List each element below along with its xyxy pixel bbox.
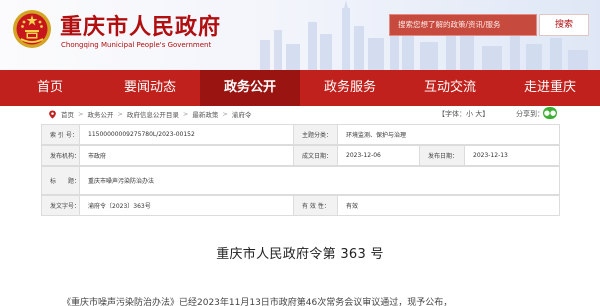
- breadcrumb-latest-policy[interactable]: 最新政策: [192, 109, 218, 119]
- nav-item-gov-affairs-public[interactable]: 政务公开: [200, 70, 300, 106]
- nav-item-gov-services[interactable]: 政务服务: [300, 70, 400, 106]
- published-date-label: 发布日期：: [419, 145, 465, 166]
- breadcrumb-home[interactable]: 首页: [61, 109, 74, 119]
- search-button[interactable]: 搜索: [539, 14, 589, 36]
- wechat-share-icon[interactable]: ●●: [543, 107, 557, 119]
- font-size-control: 【字体：小 大】: [438, 109, 489, 119]
- breadcrumb: 首页 > 政务公开 > 政府信息公开目录 > 最新政策 > 渝府令: [48, 109, 251, 119]
- site-title[interactable]: 重庆市人民政府: [60, 9, 221, 41]
- national-emblem-logo: [13, 10, 51, 48]
- share-label: 分享到：: [516, 110, 544, 118]
- nav-item-about-chongqing[interactable]: 走进重庆: [500, 70, 600, 106]
- agency-label: 发布机构：: [41, 145, 80, 166]
- doc-number-value: 渝府令〔2023〕363号: [79, 195, 294, 216]
- published-date-value: 2023-12-13: [464, 145, 560, 166]
- font-size-label: 【字体：: [438, 110, 466, 118]
- document-body-first-line: 《重庆市噪声污染防治办法》已经2023年11月13日市政府第46次常务会议审议通…: [62, 298, 453, 306]
- breadcrumb-separator-icon: >: [222, 110, 228, 118]
- validity-label: 有 效 性：: [293, 195, 338, 216]
- topic-label: 主题分类：: [293, 124, 338, 145]
- topic-value: 环境监测、保护与治理: [337, 124, 560, 145]
- breadcrumb-info-catalog[interactable]: 政府信息公开目录: [127, 109, 179, 119]
- breadcrumb-separator-icon: >: [78, 110, 84, 118]
- site-header: 重庆市人民政府 Chongqing Municipal People's Gov…: [0, 0, 600, 70]
- index-value: 11500000009275780L/2023-00152: [79, 124, 294, 145]
- nav-item-home[interactable]: 首页: [0, 70, 100, 106]
- title-value: 重庆市噪声污染防治办法: [79, 166, 560, 195]
- nav-item-interaction[interactable]: 互动交流: [400, 70, 500, 106]
- doc-number-label: 发文字号：: [41, 195, 80, 216]
- search-input[interactable]: 搜索您想了解的政策/资讯/服务: [389, 14, 537, 36]
- breadcrumb-bar: 首页 > 政务公开 > 政府信息公开目录 > 最新政策 > 渝府令 【字体：小 …: [40, 106, 560, 124]
- document-title: 重庆市人民政府令第 363 号: [216, 247, 384, 262]
- font-size-close: 】: [482, 110, 490, 118]
- site-subtitle: Chongqing Municipal People's Government: [61, 41, 212, 49]
- agency-value: 市政府: [79, 145, 294, 166]
- font-size-small-button[interactable]: 小: [466, 110, 473, 118]
- main-nav: 首页 要闻动态 政务公开 政务服务 互动交流 走进重庆: [0, 70, 600, 106]
- breadcrumb-separator-icon: >: [117, 110, 123, 118]
- document-info-table-row-3: 标 题： 重庆市噪声污染防治办法: [41, 166, 560, 195]
- breadcrumb-gov-public[interactable]: 政务公开: [87, 109, 113, 119]
- document-info-table-row-4: 发文字号： 渝府令〔2023〕363号 有 效 性： 有效: [41, 195, 560, 216]
- document-info-table: 索 引 号： 11500000009275780L/2023-00152 主题分…: [41, 124, 560, 145]
- created-date-label: 成文日期：: [293, 145, 338, 166]
- document-info-table-row-2: 发布机构： 市政府 成文日期： 2023-12-06 发布日期： 2023-12…: [41, 145, 560, 166]
- index-label: 索 引 号：: [41, 124, 80, 145]
- nav-item-news[interactable]: 要闻动态: [100, 70, 200, 106]
- created-date-value: 2023-12-06: [337, 145, 420, 166]
- validity-value: 有效: [337, 195, 560, 216]
- breadcrumb-separator-icon: >: [182, 110, 189, 118]
- breadcrumb-government-orders[interactable]: 渝府令: [232, 109, 252, 119]
- title-label: 标 题：: [41, 166, 80, 195]
- location-pin-icon: [49, 109, 56, 119]
